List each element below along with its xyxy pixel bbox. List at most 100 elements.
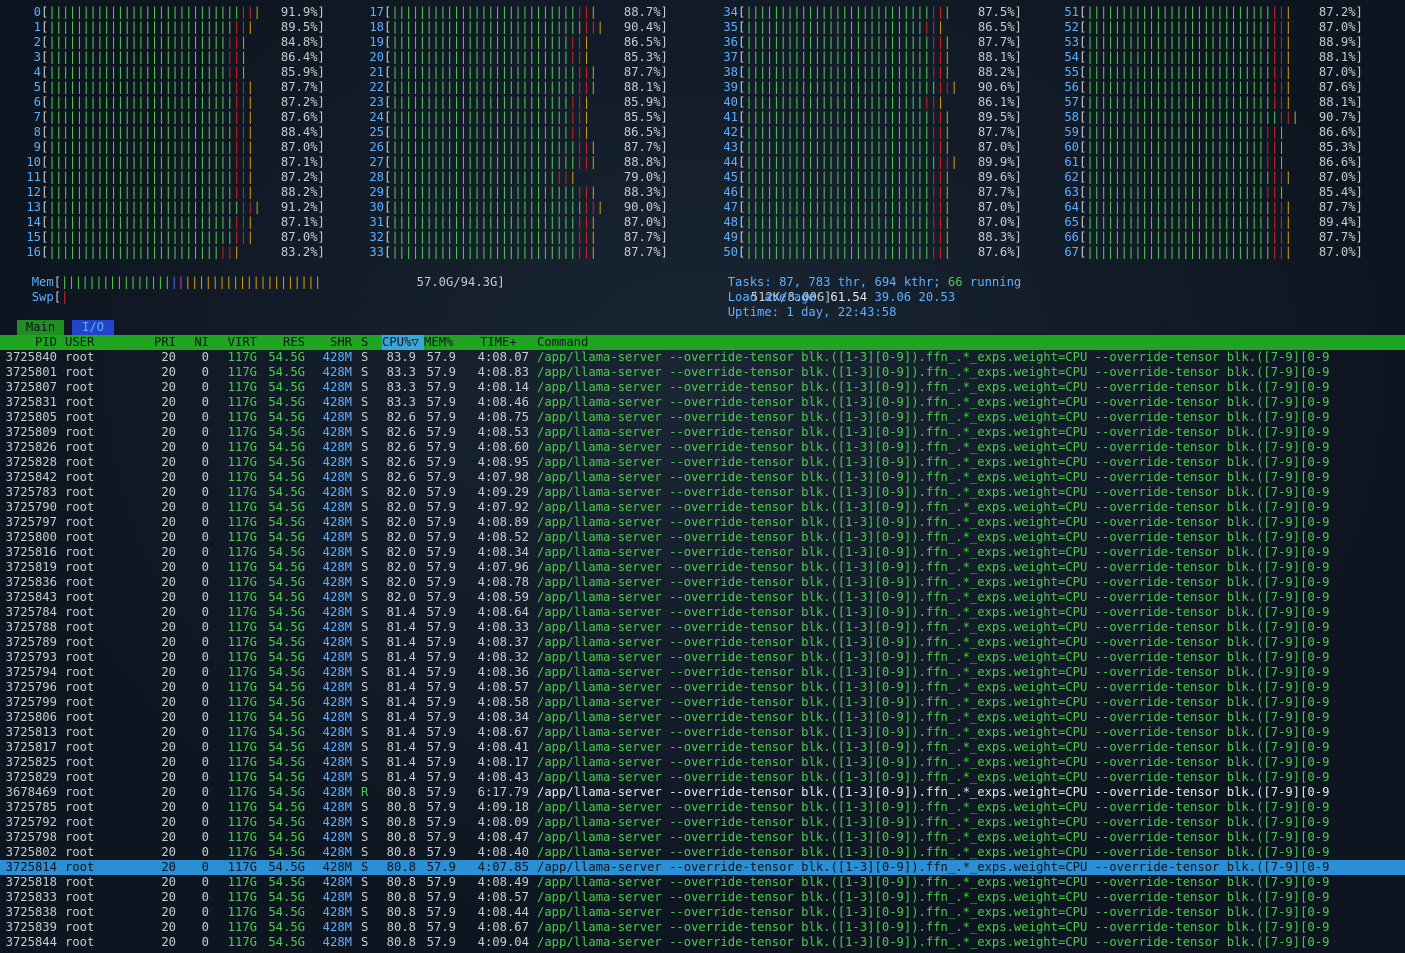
process-pid: 3725806 — [5, 710, 57, 724]
col-cpu-sorted[interactable]: CPU%▽ — [382, 335, 424, 350]
process-row[interactable]: 3725819 root 20 0 117G 54.5G 428M S 82.0 57.9 4:07… — [0, 560, 1405, 575]
process-command: /app/llama-server --override-tensor blk.… — [537, 890, 1330, 904]
process-row[interactable]: 3725798 root 20 0 117G 54.5G 428M S 80.8 57.9 4:08… — [0, 830, 1405, 845]
process-virt: 117G — [227, 455, 257, 469]
process-row[interactable]: 3725792 root 20 0 117G 54.5G 428M S 80.8 57.9 4:08… — [0, 815, 1405, 830]
process-pid: 3725784 — [5, 605, 57, 619]
process-row[interactable]: 3725789 root 20 0 117G 54.5G 428M S 81.4 57.9 4:08… — [0, 635, 1405, 650]
cpu-meter-22: 22[|||||||||||||||||||||||||||||| 88.1%] — [356, 80, 668, 95]
process-s: S — [361, 455, 369, 469]
process-row[interactable]: 3725800 root 20 0 117G 54.5G 428M S 82.0 57.9 4:08… — [0, 530, 1405, 545]
process-pid: 3725813 — [5, 725, 57, 739]
process-row[interactable]: 3725817 root 20 0 117G 54.5G 428M S 81.4 57.9 4:08… — [0, 740, 1405, 755]
tab-io[interactable]: I/O — [72, 320, 114, 335]
process-row[interactable]: 3725844 root 20 0 117G 54.5G 428M S 80.8 57.9 4:09… — [0, 935, 1405, 950]
col-command[interactable]: Command — [537, 335, 588, 350]
process-row[interactable]: 3725843 root 20 0 117G 54.5G 428M S 82.0 57.9 4:08… — [0, 590, 1405, 605]
process-row[interactable]: 3725799 root 20 0 117G 54.5G 428M S 81.4 57.9 4:08… — [0, 695, 1405, 710]
process-row[interactable]: 3725783 root 20 0 117G 54.5G 428M S 82.0 57.9 4:09… — [0, 485, 1405, 500]
process-shr: 428M — [322, 635, 352, 649]
process-row[interactable]: 3725794 root 20 0 117G 54.5G 428M S 81.4 57.9 4:08… — [0, 665, 1405, 680]
process-row[interactable]: 3725838 root 20 0 117G 54.5G 428M S 80.8 57.9 4:08… — [0, 905, 1405, 920]
process-row[interactable]: 3725785 root 20 0 117G 54.5G 428M S 80.8 57.9 4:09… — [0, 800, 1405, 815]
process-row[interactable]: 3725833 root 20 0 117G 54.5G 428M S 80.8 57.9 4:08… — [0, 890, 1405, 905]
process-mem: 57.9 — [426, 425, 456, 439]
col-res[interactable]: RES — [260, 335, 305, 350]
process-row[interactable]: 3725826 root 20 0 117G 54.5G 428M S 82.6 57.9 4:08… — [0, 440, 1405, 455]
process-row[interactable]: 3725816 root 20 0 117G 54.5G 428M S 82.0 57.9 4:08… — [0, 545, 1405, 560]
mem-meter: Mem[||||||||||||||||||||||||||||||||||||… — [31, 275, 505, 289]
process-row[interactable]: 3725802 root 20 0 117G 54.5G 428M S 80.8 57.9 4:08… — [0, 845, 1405, 860]
process-ni: 0 — [201, 395, 209, 409]
process-shr: 428M — [322, 605, 352, 619]
col-shr[interactable]: SHR — [310, 335, 352, 350]
process-row[interactable]: 3725793 root 20 0 117G 54.5G 428M S 81.4 57.9 4:08… — [0, 650, 1405, 665]
process-res: 54.5G — [268, 920, 305, 934]
col-virt[interactable]: VIRT — [215, 335, 257, 350]
process-shr: 428M — [322, 935, 352, 949]
cpu-usage-bar: |||||||||||||||||||||||||||||| — [1086, 35, 1292, 49]
process-user: root — [65, 755, 95, 769]
process-row[interactable]: 3725805 root 20 0 117G 54.5G 428M S 82.6 57.9 4:08… — [0, 410, 1405, 425]
cpu-percent: 87.0% — [280, 230, 318, 244]
process-cpu: 82.6 — [386, 470, 416, 484]
process-row[interactable]: 3725797 root 20 0 117G 54.5G 428M S 82.0 57.9 4:08… — [0, 515, 1405, 530]
process-time: 4:08.67 — [477, 725, 529, 739]
cpu-usage-bar: |||||||||||||||||||||||||||||| — [1086, 95, 1292, 109]
process-row[interactable]: 3725809 root 20 0 117G 54.5G 428M S 82.6 57.9 4:08… — [0, 425, 1405, 440]
tab-main[interactable]: Main — [17, 320, 64, 335]
process-row[interactable]: 3725831 root 20 0 117G 54.5G 428M S 83.3 57.9 4:08… — [0, 395, 1405, 410]
process-row[interactable]: 3725840 root 20 0 117G 54.5G 428M S 83.9 57.9 4:08… — [0, 350, 1405, 365]
process-s: S — [361, 800, 369, 814]
process-row[interactable]: 3725801 root 20 0 117G 54.5G 428M S 83.3 57.9 4:08… — [0, 365, 1405, 380]
process-row[interactable]: 3725814 root 20 0 117G 54.5G 428M S 80.8 57.9 4:07… — [0, 860, 1405, 875]
process-pri: 20 — [161, 875, 176, 889]
process-row[interactable]: 3725818 root 20 0 117G 54.5G 428M S 80.8 57.9 4:08… — [0, 875, 1405, 890]
process-row[interactable]: 3725842 root 20 0 117G 54.5G 428M S 82.6 57.9 4:07… — [0, 470, 1405, 485]
process-time: 4:08.34 — [477, 710, 529, 724]
process-virt: 117G — [227, 815, 257, 829]
process-row[interactable]: 3725796 root 20 0 117G 54.5G 428M S 81.4 57.9 4:08… — [0, 680, 1405, 695]
process-time: 4:08.07 — [477, 350, 529, 364]
process-row[interactable]: 3725788 root 20 0 117G 54.5G 428M S 81.4 57.9 4:08… — [0, 620, 1405, 635]
process-s: S — [361, 845, 369, 859]
process-pid: 3725799 — [5, 695, 57, 709]
col-state[interactable]: S — [361, 335, 368, 350]
cpu-usage-bar: |||||||||||||||||||||||||||||| — [391, 5, 597, 19]
cpu-usage-bar: |||||||||||||||||||||||||||||| — [745, 170, 951, 184]
process-s: S — [361, 380, 369, 394]
process-row[interactable]: 3725807 root 20 0 117G 54.5G 428M S 83.3 57.9 4:08… — [0, 380, 1405, 395]
process-row[interactable]: 3725829 root 20 0 117G 54.5G 428M S 81.4 57.9 4:08… — [0, 770, 1405, 785]
cpu-percent: 88.1% — [623, 80, 661, 94]
process-pid: 3725789 — [5, 635, 57, 649]
process-row[interactable]: 3725825 root 20 0 117G 54.5G 428M S 81.4 57.9 4:08… — [0, 755, 1405, 770]
process-row[interactable]: 3725806 root 20 0 117G 54.5G 428M S 81.4 57.9 4:08… — [0, 710, 1405, 725]
cpu-id: 59 — [1064, 125, 1079, 139]
process-row[interactable]: 3725784 root 20 0 117G 54.5G 428M S 81.4 57.9 4:08… — [0, 605, 1405, 620]
col-mem[interactable]: MEM% — [424, 335, 458, 350]
col-time[interactable]: TIME+ — [480, 335, 517, 350]
process-row[interactable]: 3725836 root 20 0 117G 54.5G 428M S 82.0 57.9 4:08… — [0, 575, 1405, 590]
col-pri[interactable]: PRI — [150, 335, 176, 350]
col-user[interactable]: USER — [65, 335, 94, 350]
process-ni: 0 — [201, 935, 209, 949]
process-user: root — [65, 785, 95, 799]
process-row[interactable]: 3678469 root 20 0 117G 54.5G 428M R 80.8 57.9 6:17… — [0, 785, 1405, 800]
col-ni[interactable]: NI — [185, 335, 209, 350]
process-row[interactable]: 3725813 root 20 0 117G 54.5G 428M S 81.4 57.9 4:08… — [0, 725, 1405, 740]
process-s: S — [361, 530, 369, 544]
col-pid[interactable]: PID — [0, 335, 57, 350]
cpu-percent: 86.1% — [977, 95, 1015, 109]
process-command: /app/llama-server --override-tensor blk.… — [537, 455, 1330, 469]
process-command: /app/llama-server --override-tensor blk.… — [537, 410, 1330, 424]
process-row[interactable]: 3725790 root 20 0 117G 54.5G 428M S 82.0 57.9 4:07… — [0, 500, 1405, 515]
cpu-id: 18 — [369, 20, 384, 34]
process-mem: 57.9 — [426, 740, 456, 754]
process-row[interactable]: 3725839 root 20 0 117G 54.5G 428M S 80.8 57.9 4:08… — [0, 920, 1405, 935]
process-mem: 57.9 — [426, 680, 456, 694]
process-res: 54.5G — [268, 635, 305, 649]
process-pid: 3725818 — [5, 875, 57, 889]
process-row[interactable]: 3725828 root 20 0 117G 54.5G 428M S 82.6 57.9 4:08… — [0, 455, 1405, 470]
process-ni: 0 — [201, 875, 209, 889]
process-cpu: 82.6 — [386, 425, 416, 439]
